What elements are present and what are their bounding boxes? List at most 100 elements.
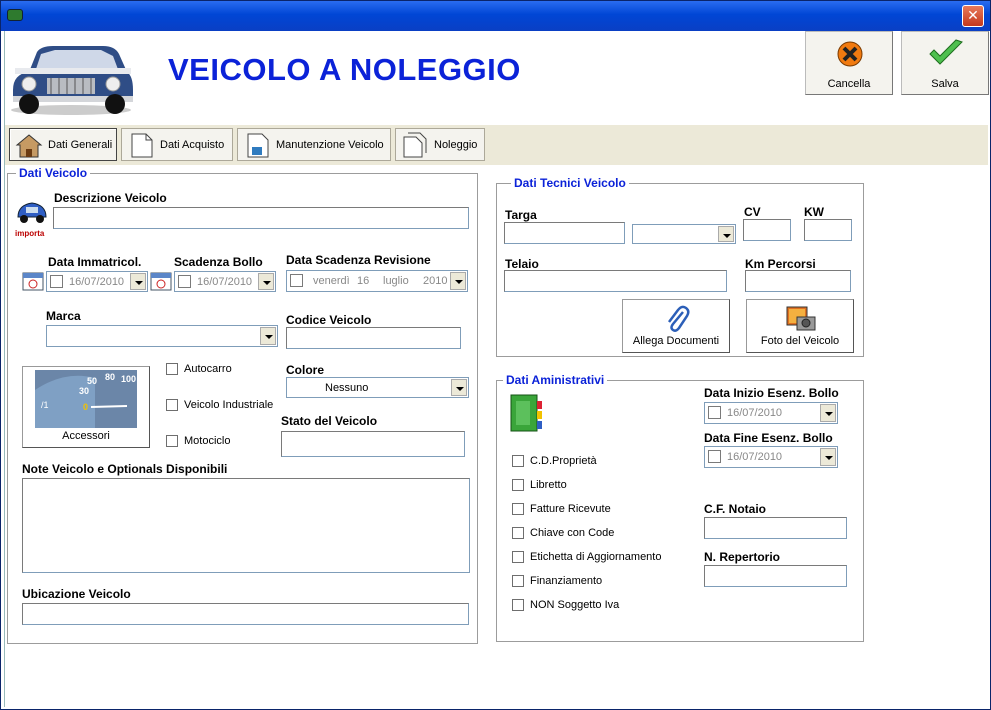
notaio-label: C.F. Notaio: [704, 502, 766, 516]
ubicazione-input[interactable]: [22, 603, 469, 625]
checkbox-label: Chiave con Code: [530, 527, 615, 539]
chevron-down-icon[interactable]: [451, 379, 467, 396]
group-legend: Dati Aministrativi: [503, 373, 608, 387]
checkbox-box[interactable]: [512, 575, 524, 587]
cv-input[interactable]: [743, 219, 791, 241]
fine-date-picker[interactable]: 16/07/2010: [704, 446, 838, 468]
chevron-down-icon[interactable]: [130, 273, 146, 290]
calendar-icon[interactable]: [22, 271, 44, 291]
repertorio-input[interactable]: [704, 565, 847, 587]
chevron-down-icon[interactable]: [258, 273, 274, 290]
motociclo-checkbox[interactable]: Motociclo: [166, 435, 230, 447]
autocarro-checkbox[interactable]: Autocarro: [166, 363, 232, 375]
codice-label: Codice Veicolo: [286, 313, 372, 327]
checkbox-box[interactable]: [512, 527, 524, 539]
date-enable-checkbox[interactable]: [50, 275, 63, 288]
checkbox-label: Motociclo: [184, 435, 231, 447]
speedometer-icon: 50 80 100 30 0 /1: [35, 370, 137, 428]
close-window-button[interactable]: ✕: [962, 5, 984, 27]
chevron-down-icon[interactable]: [820, 404, 836, 422]
date-enable-checkbox[interactable]: [708, 406, 721, 419]
checkbox-box[interactable]: [512, 599, 524, 611]
stato-label: Stato del Veicolo: [281, 414, 378, 428]
svg-text:80: 80: [105, 372, 115, 382]
title-bar[interactable]: ✕: [1, 1, 990, 31]
note-textarea[interactable]: [22, 478, 470, 573]
bollo-date-picker[interactable]: 16/07/2010: [174, 271, 276, 292]
date-enable-checkbox[interactable]: [178, 275, 191, 288]
targa-input[interactable]: [504, 222, 625, 244]
checkbox-label: Finanziamento: [530, 575, 603, 587]
foto-label: Foto del Veicolo: [760, 335, 840, 347]
admin-checkbox[interactable]: Libretto: [512, 479, 567, 491]
admin-checkbox[interactable]: Chiave con Code: [512, 527, 614, 539]
colore-select[interactable]: Nessuno: [286, 377, 469, 398]
cancel-label: Cancella: [827, 78, 871, 90]
note-label: Note Veicolo e Optionals Disponibili: [22, 462, 228, 476]
checkbox-label: C.D.Proprietà: [530, 455, 597, 467]
foto-veicolo-button[interactable]: Foto del Veicolo: [746, 299, 854, 353]
fine-label: Data Fine Esenz. Bollo: [704, 431, 833, 445]
targa-type-select[interactable]: [632, 224, 736, 244]
revisione-date-picker[interactable]: venerdì 16 luglio 2010: [286, 270, 468, 292]
chevron-down-icon[interactable]: [260, 327, 276, 345]
document-tools-icon: [247, 133, 269, 157]
allega-documenti-button[interactable]: Allega Documenti: [622, 299, 730, 353]
checkbox-box[interactable]: [512, 551, 524, 563]
paperclip-icon: [668, 305, 690, 332]
tab-label: Dati Generali: [48, 138, 113, 151]
descrizione-label: Descrizione Veicolo: [54, 191, 167, 205]
save-checkmark-icon: [929, 39, 963, 65]
notaio-input[interactable]: [704, 517, 847, 539]
descrizione-input[interactable]: [53, 207, 469, 229]
accessori-label: Accessori: [62, 430, 110, 442]
documents-icon: [403, 132, 427, 157]
stato-input[interactable]: [281, 431, 465, 457]
tab-manutenzione-veicolo[interactable]: Manutenzione Veicolo: [237, 128, 391, 161]
house-icon: [15, 133, 43, 157]
svg-text:0: 0: [83, 402, 88, 412]
calendar-icon[interactable]: [150, 271, 172, 291]
date-enable-checkbox[interactable]: [708, 450, 721, 463]
tab-label: Noleggio: [434, 138, 478, 151]
chevron-down-icon[interactable]: [718, 226, 734, 242]
admin-checkbox[interactable]: C.D.Proprietà: [512, 455, 597, 467]
checkbox-box[interactable]: [166, 435, 178, 447]
chevron-down-icon[interactable]: [450, 272, 466, 290]
checkbox-box[interactable]: [166, 399, 178, 411]
immatricol-date-picker[interactable]: 16/07/2010: [46, 271, 148, 292]
date-enable-checkbox[interactable]: [290, 274, 303, 287]
accessori-button[interactable]: 50 80 100 30 0 /1 Accessori: [22, 366, 150, 448]
marca-select[interactable]: [46, 325, 278, 347]
admin-checkbox[interactable]: Etichetta di Aggiornamento: [512, 551, 661, 563]
app-window: ✕ VEICOLO A NOLEGGIO Cancella Salva Dati…: [0, 0, 991, 710]
import-car-icon[interactable]: [15, 197, 49, 227]
checkbox-box[interactable]: [512, 455, 524, 467]
tab-dati-acquisto[interactable]: Dati Acquisto: [121, 128, 233, 161]
checkbox-box[interactable]: [512, 479, 524, 491]
photo-camera-icon: [786, 306, 816, 331]
checkbox-label: Fatture Ricevute: [530, 503, 611, 515]
admin-checkbox[interactable]: Finanziamento: [512, 575, 602, 587]
checkbox-box[interactable]: [166, 363, 178, 375]
inizio-date-picker[interactable]: 16/07/2010: [704, 402, 838, 424]
tab-dati-generali[interactable]: Dati Generali: [9, 128, 117, 161]
admin-checkbox[interactable]: NON Soggetto Iva: [512, 599, 619, 611]
import-label: importa: [15, 229, 45, 238]
svg-text:50: 50: [87, 376, 97, 386]
revisione-year: 2010: [423, 275, 448, 287]
checkbox-box[interactable]: [512, 503, 524, 515]
industriale-checkbox[interactable]: Veicolo Industriale: [166, 399, 273, 411]
save-button[interactable]: Salva: [901, 31, 989, 95]
svg-text:30: 30: [79, 386, 89, 396]
cancel-button[interactable]: Cancella: [805, 31, 893, 95]
tab-noleggio[interactable]: Noleggio: [395, 128, 485, 161]
chevron-down-icon[interactable]: [820, 448, 836, 466]
kw-input[interactable]: [804, 219, 852, 241]
codice-input[interactable]: [286, 327, 461, 349]
inizio-label: Data Inizio Esenz. Bollo: [704, 386, 839, 400]
telaio-input[interactable]: [504, 270, 727, 292]
admin-checkbox[interactable]: Fatture Ricevute: [512, 503, 611, 515]
colore-label: Colore: [286, 363, 325, 377]
km-input[interactable]: [745, 270, 851, 292]
